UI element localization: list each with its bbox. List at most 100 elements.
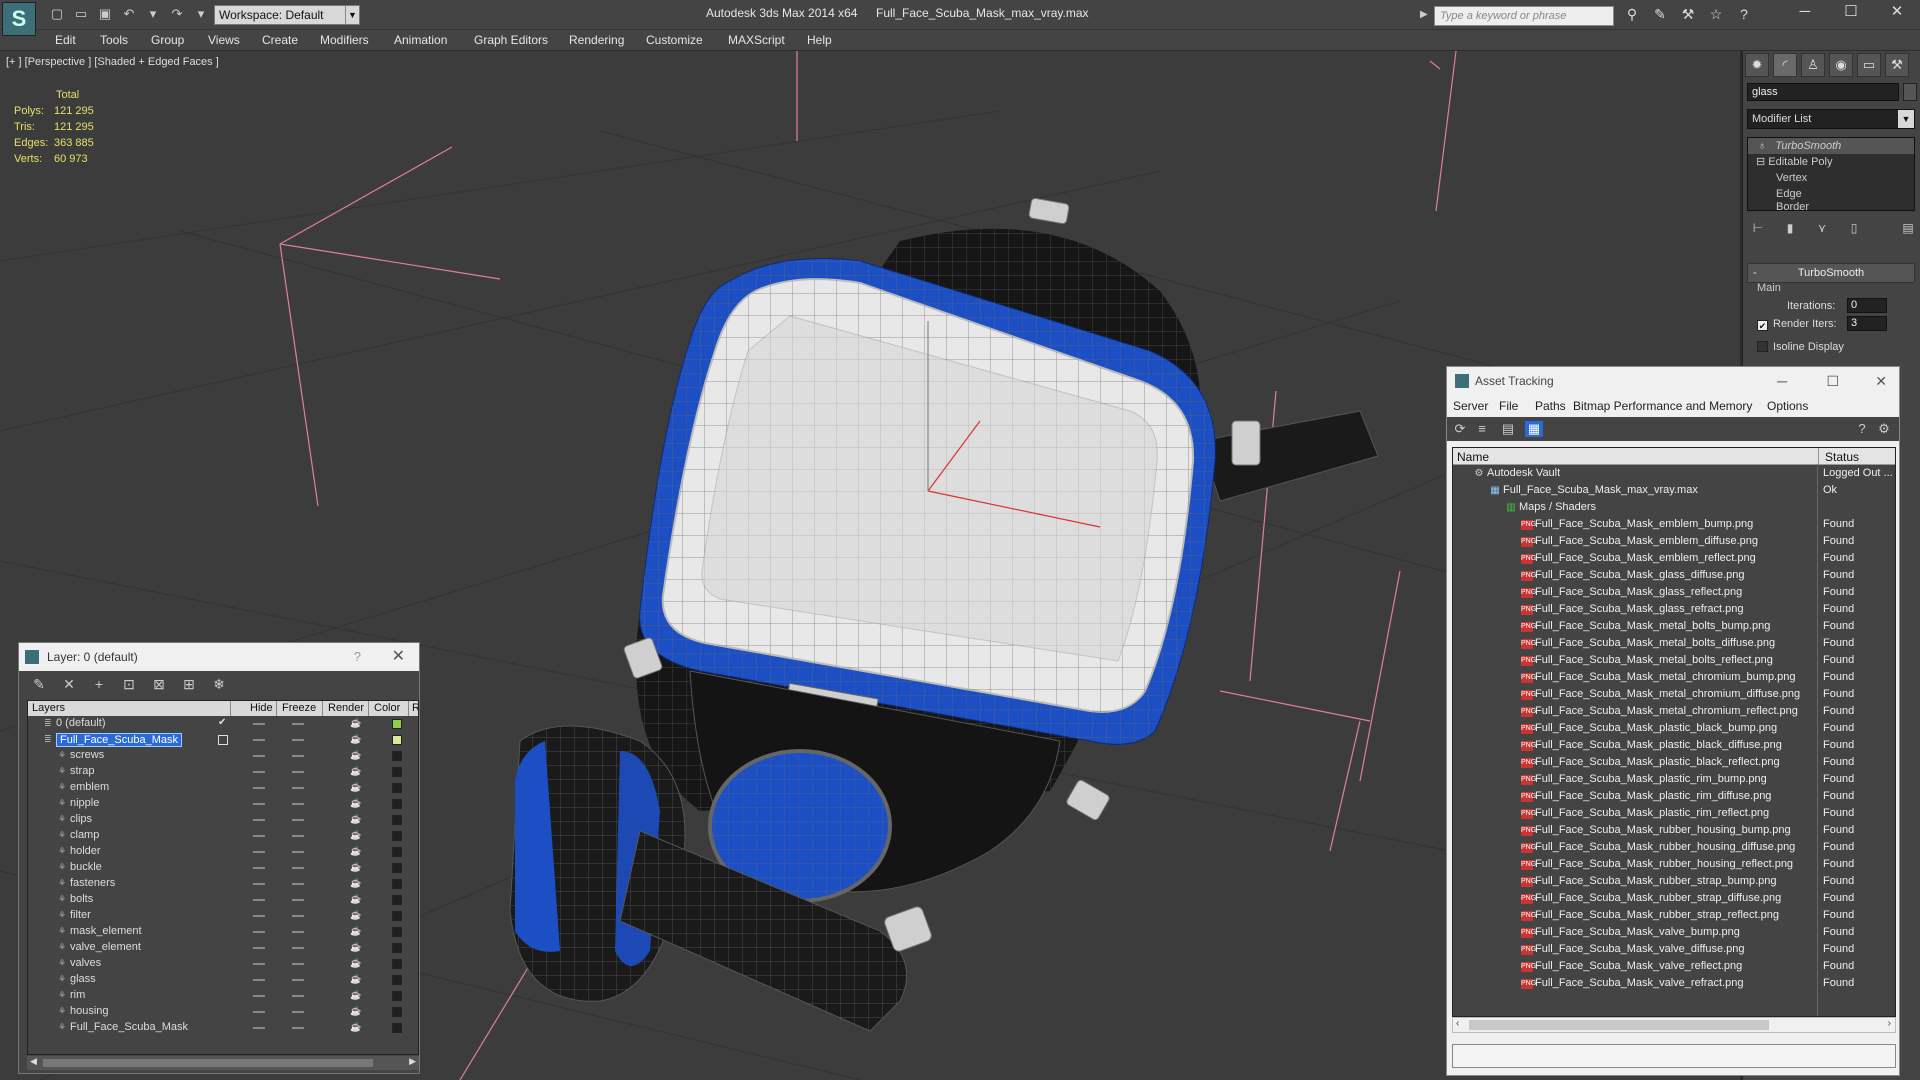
freeze-toggle[interactable] bbox=[292, 723, 304, 725]
scroll-thumb[interactable] bbox=[1469, 1020, 1769, 1030]
hide-toggle[interactable] bbox=[253, 739, 265, 741]
render-teapot-icon[interactable]: ☕ bbox=[350, 1007, 361, 1016]
remove-modifier-icon[interactable]: ▯ bbox=[1845, 221, 1863, 237]
freeze-toggle[interactable] bbox=[292, 867, 304, 869]
layer-row[interactable]: ≣ Full_Face_Scuba_Mask ☕ bbox=[28, 732, 418, 748]
asset-row[interactable]: PNG Full_Face_Scuba_Mask_plastic_black_re… bbox=[1453, 754, 1895, 771]
layer-row[interactable]: ⚘ mask_element ☕ bbox=[28, 924, 418, 940]
layer-color-swatch[interactable] bbox=[392, 863, 402, 873]
layer-name[interactable]: housing bbox=[70, 1005, 109, 1017]
layer-name[interactable]: screws bbox=[70, 749, 104, 761]
dropdown-arrow-icon[interactable]: ▾ bbox=[144, 6, 162, 22]
hide-toggle[interactable] bbox=[253, 723, 265, 725]
asset-name[interactable]: Full_Face_Scuba_Mask_metal_chromium_diff… bbox=[1535, 688, 1800, 700]
menu-modifiers[interactable]: Modifiers bbox=[320, 33, 369, 47]
layer-color-swatch[interactable] bbox=[392, 895, 402, 905]
configure-sets-icon[interactable]: ▤ bbox=[1899, 221, 1917, 237]
app-logo-button[interactable]: S bbox=[2, 2, 36, 36]
asset-menu-file[interactable]: File bbox=[1499, 399, 1518, 413]
layer-row[interactable]: ⚘ valves ☕ bbox=[28, 956, 418, 972]
new-file-icon[interactable]: ▢ bbox=[48, 6, 66, 22]
help-icon[interactable]: ? bbox=[1734, 6, 1754, 24]
scroll-left-icon[interactable]: ◀ bbox=[30, 1056, 37, 1067]
layer-name[interactable]: Full_Face_Scuba_Mask bbox=[56, 733, 183, 747]
layer-name[interactable]: valve_element bbox=[70, 941, 141, 953]
asset-name[interactable]: Full_Face_Scuba_Mask_glass_diffuse.png bbox=[1535, 569, 1745, 581]
search-expand-icon[interactable]: ▶ bbox=[1420, 9, 1428, 20]
asset-menu-server[interactable]: Server bbox=[1453, 399, 1488, 413]
object-color-swatch[interactable] bbox=[1903, 83, 1917, 101]
render-teapot-icon[interactable]: ☕ bbox=[350, 799, 361, 808]
hide-toggle[interactable] bbox=[253, 1011, 265, 1013]
layer-color-swatch[interactable] bbox=[392, 767, 402, 777]
asset-name[interactable]: Full_Face_Scuba_Mask_valve_diffuse.png bbox=[1535, 943, 1745, 955]
render-teapot-icon[interactable]: ☕ bbox=[350, 943, 361, 952]
layer-row[interactable]: ⚘ emblem ☕ bbox=[28, 780, 418, 796]
render-iters-spinner[interactable]: 3 bbox=[1847, 316, 1887, 331]
asset-row[interactable]: PNG Full_Face_Scuba_Mask_glass_refract.pn… bbox=[1453, 601, 1895, 618]
col-freeze[interactable]: Freeze bbox=[282, 702, 316, 714]
isoline-display-checkbox[interactable] bbox=[1757, 341, 1768, 352]
pin-stack-icon[interactable]: ⊢ bbox=[1749, 221, 1767, 237]
menu-customize[interactable]: Customize bbox=[646, 33, 703, 47]
render-teapot-icon[interactable]: ☕ bbox=[350, 751, 361, 760]
redo-icon[interactable]: ↷ bbox=[168, 6, 186, 22]
scroll-right-icon[interactable]: › bbox=[1888, 1018, 1891, 1029]
freeze-toggle[interactable] bbox=[292, 835, 304, 837]
delete-layer-icon[interactable]: ✕ bbox=[61, 676, 77, 692]
layer-name[interactable]: filter bbox=[70, 909, 91, 921]
layer-name[interactable]: clips bbox=[70, 813, 92, 825]
asset-name[interactable]: Full_Face_Scuba_Mask_plastic_black_refle… bbox=[1535, 756, 1780, 768]
stack-item-border[interactable]: Border bbox=[1748, 202, 1914, 210]
open-folder-icon[interactable]: ▭ bbox=[72, 6, 90, 22]
freeze-toggle[interactable] bbox=[292, 787, 304, 789]
asset-row[interactable]: PNG Full_Face_Scuba_Mask_metal_chromium_d… bbox=[1453, 686, 1895, 703]
render-teapot-icon[interactable]: ☕ bbox=[350, 895, 361, 904]
hide-toggle[interactable] bbox=[253, 851, 265, 853]
freeze-toggle[interactable] bbox=[292, 915, 304, 917]
menu-group[interactable]: Group bbox=[151, 33, 184, 47]
collapse-icon[interactable]: ⊟ bbox=[1756, 156, 1765, 168]
layer-color-swatch[interactable] bbox=[392, 1007, 402, 1017]
layer-color-swatch[interactable] bbox=[392, 719, 402, 729]
asset-row[interactable]: PNG Full_Face_Scuba_Mask_valve_bump.png Fo… bbox=[1453, 924, 1895, 941]
asset-name[interactable]: Full_Face_Scuba_Mask_plastic_black_bump.… bbox=[1535, 722, 1777, 734]
asset-row[interactable]: ▥ Maps / Shaders bbox=[1453, 499, 1895, 516]
asset-name[interactable]: Full_Face_Scuba_Mask_valve_reflect.png bbox=[1535, 960, 1742, 972]
asset-row[interactable]: PNG Full_Face_Scuba_Mask_rubber_housing_r… bbox=[1453, 856, 1895, 873]
make-unique-icon[interactable]: ⋎ bbox=[1813, 221, 1831, 237]
menu-help[interactable]: Help bbox=[807, 33, 832, 47]
asset-name[interactable]: Full_Face_Scuba_Mask_valve_bump.png bbox=[1535, 926, 1740, 938]
freeze-toggle[interactable] bbox=[292, 979, 304, 981]
menu-graph-editors[interactable]: Graph Editors bbox=[474, 33, 548, 47]
asset-window-titlebar[interactable]: Asset Tracking ─ ☐ ✕ bbox=[1447, 367, 1899, 395]
col-render[interactable]: Render bbox=[328, 702, 364, 714]
col-layers[interactable]: Layers bbox=[32, 702, 65, 714]
asset-name[interactable]: Full_Face_Scuba_Mask_rubber_strap_reflec… bbox=[1535, 909, 1779, 921]
layer-row[interactable]: ⚘ nipple ☕ bbox=[28, 796, 418, 812]
asset-row[interactable]: PNG Full_Face_Scuba_Mask_emblem_reflect.p… bbox=[1453, 550, 1895, 567]
layer-name[interactable]: bolts bbox=[70, 893, 93, 905]
lightbulb-icon[interactable]: ♁ bbox=[1758, 140, 1766, 152]
minimize-icon[interactable]: ─ bbox=[1777, 367, 1787, 395]
asset-name[interactable]: Full_Face_Scuba_Mask_metal_chromium_bump… bbox=[1535, 671, 1795, 683]
layer-row[interactable]: ⚘ strap ☕ bbox=[28, 764, 418, 780]
layer-color-swatch[interactable] bbox=[392, 1023, 402, 1033]
maximize-icon[interactable]: ☐ bbox=[1828, 0, 1874, 26]
freeze-toggle[interactable] bbox=[292, 1027, 304, 1029]
layer-name[interactable]: nipple bbox=[70, 797, 99, 809]
asset-row[interactable]: PNG Full_Face_Scuba_Mask_valve_reflect.pn… bbox=[1453, 958, 1895, 975]
communication-icon[interactable]: ⚒ bbox=[1678, 6, 1698, 24]
highlight-layer-icon[interactable]: ⊠ bbox=[151, 676, 167, 692]
freeze-toggle[interactable] bbox=[292, 963, 304, 965]
render-teapot-icon[interactable]: ☕ bbox=[350, 815, 361, 824]
hide-toggle[interactable] bbox=[253, 915, 265, 917]
asset-name[interactable]: Full_Face_Scuba_Mask_metal_bolts_reflect… bbox=[1535, 654, 1773, 666]
layer-row[interactable]: ⚘ glass ☕ bbox=[28, 972, 418, 988]
stack-item-edge[interactable]: Edge bbox=[1748, 186, 1914, 202]
freeze-toggle[interactable] bbox=[292, 899, 304, 901]
asset-row[interactable]: PNG Full_Face_Scuba_Mask_glass_reflect.pn… bbox=[1453, 584, 1895, 601]
create-layer-icon[interactable]: ✎ bbox=[31, 676, 47, 692]
hide-toggle[interactable] bbox=[253, 819, 265, 821]
layer-row[interactable]: ⚘ valve_element ☕ bbox=[28, 940, 418, 956]
